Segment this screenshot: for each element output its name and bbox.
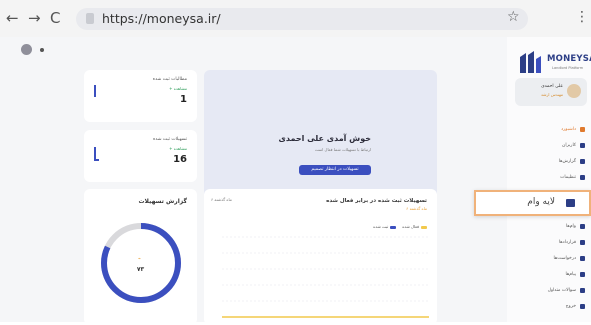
logo-text: MONEYSA (547, 54, 591, 64)
url-text[interactable]: https://moneysa.ir/ (102, 11, 221, 26)
loans-chart-card: ۶ ماه گذشته تسهیلات ثبت شده در برابر فعا… (204, 189, 437, 325)
topbar-avatar[interactable] (21, 44, 32, 55)
highlight-label: لایه وام (527, 197, 555, 207)
menu-icon (580, 271, 585, 277)
sidebar-item-label: وام‌ها (566, 223, 576, 229)
wallet-icon (566, 199, 575, 207)
sidebar-item[interactable]: تنظیمات (560, 172, 585, 182)
sidebar-item[interactable]: سوالات متداول (548, 285, 585, 295)
page-content: MONEYSA Landlord Platform علی احمدی مهند… (0, 37, 591, 325)
forward-icon[interactable]: → (28, 10, 41, 26)
sidebar-item[interactable]: خروج (566, 301, 585, 311)
menu-icon (580, 158, 585, 164)
sidebar-item[interactable]: درخواست‌ها (554, 253, 585, 263)
stat-indicator (94, 85, 96, 97)
sidebar-item-label: کاربران (562, 142, 576, 148)
sidebar-item-label: پیام‌ها (565, 271, 576, 277)
menu-icon (580, 223, 585, 229)
topbar-menu-dot[interactable] (40, 48, 44, 52)
menu-icon (580, 174, 585, 180)
stat-indicator-vertical (94, 147, 96, 159)
sidebar-item[interactable]: کاربران (562, 140, 585, 150)
card-title: تسهیلات ثبت شده (152, 137, 187, 142)
user-avatar (567, 84, 581, 98)
welcome-title: خوش آمدی علی احمدی (278, 134, 371, 143)
sidebar-item[interactable]: وام‌ها (566, 221, 585, 231)
menu-icon (580, 287, 585, 293)
card-badge: + مشاهده (169, 86, 187, 91)
welcome-subtitle: ارتباط با تسهیلات شما فعال است (314, 147, 371, 152)
registered-loans-card[interactable]: تسهیلات ثبت شده + مشاهده 16 (84, 130, 197, 182)
sidebar-item-label: خروج (565, 303, 576, 309)
sidebar-item-label: گزارش‌ها (558, 158, 576, 164)
report-value: ۷۳ (136, 266, 145, 273)
browser-menu-icon[interactable]: ⋮ (575, 9, 589, 25)
sidebar-item[interactable]: قراردادها (559, 237, 585, 247)
user-role: مهندس ارشد (541, 92, 563, 97)
lock-icon (86, 13, 94, 24)
sidebar: MONEYSA Landlord Platform علی احمدی مهند… (507, 37, 591, 322)
sidebar-item-label: درخواست‌ها (553, 255, 576, 261)
sidebar-item-loan-highlighted[interactable]: لایه وام (474, 190, 591, 216)
card-title: مطالبات ثبت شده (152, 77, 187, 82)
card-badge: + مشاهده (169, 146, 187, 151)
menu-icon (580, 142, 585, 148)
sidebar-item-label: سوالات متداول (547, 287, 576, 293)
sidebar-item[interactable]: داشبورد (561, 124, 585, 134)
total-claims-card[interactable]: مطالبات ثبت شده + مشاهده 1 (84, 70, 197, 122)
menu-icon (580, 255, 585, 261)
sidebar-item-label: داشبورد (561, 126, 576, 132)
menu-icon (580, 303, 585, 309)
sidebar-item[interactable]: گزارش‌ها (559, 156, 585, 166)
report-mark-icon: ⌁ (138, 256, 142, 262)
sidebar-item[interactable]: پیام‌ها (565, 269, 585, 279)
bookmark-star-icon[interactable]: ☆ (507, 9, 520, 25)
sidebar-item-label: قراردادها (558, 239, 576, 245)
loan-report-card: گزارش تسهیلات ⌁ ۷۳ (84, 189, 197, 325)
user-card[interactable]: علی احمدی مهندس ارشد (515, 78, 587, 106)
user-name: علی احمدی (541, 84, 563, 89)
sidebar-item-label: تنظیمات (560, 174, 576, 180)
card-value: 1 (180, 94, 187, 105)
back-icon[interactable]: ← (6, 10, 19, 26)
stat-indicator (94, 159, 99, 161)
address-bar[interactable]: https://moneysa.ir/ (76, 8, 528, 30)
pending-loans-button[interactable]: تسهیلات در انتظار تصمیم (299, 165, 371, 175)
browser-toolbar: ← → C https://moneysa.ir/ ☆ ⋮ (0, 0, 591, 37)
moneysa-logo-icon (520, 51, 541, 73)
reload-icon[interactable]: C (50, 10, 60, 26)
chart-area (222, 236, 429, 318)
menu-icon (580, 239, 585, 245)
card-value: 16 (173, 154, 187, 165)
logo-subtitle: Landlord Platform (552, 66, 584, 70)
menu-icon (580, 126, 585, 132)
